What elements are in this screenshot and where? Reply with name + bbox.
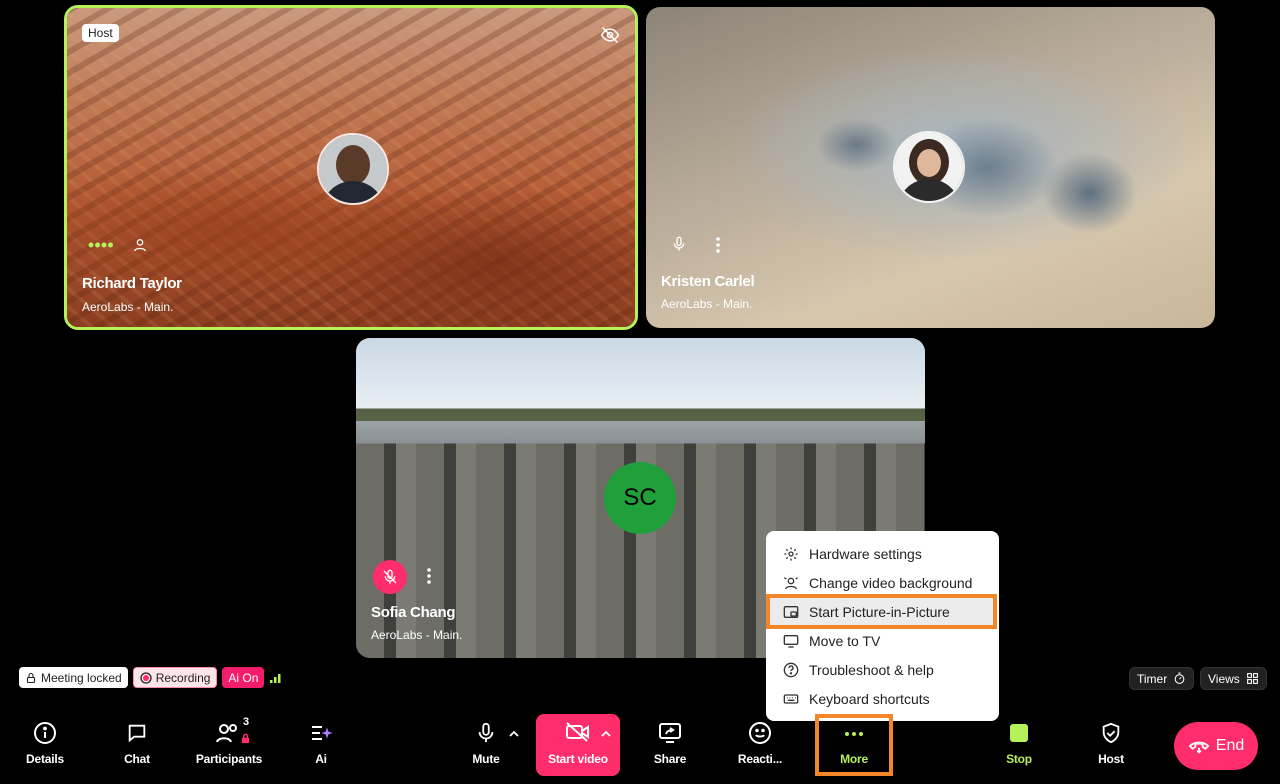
recording-badge[interactable]: Recording <box>132 667 218 688</box>
lock-badge-icon <box>241 733 250 744</box>
ai-status-badge[interactable]: Ai On <box>222 667 265 688</box>
reactions-label: Reacti... <box>737 752 783 766</box>
participants-label: Participants <box>195 752 263 766</box>
person-icon[interactable] <box>132 237 148 253</box>
video-tile-kristen-carlel[interactable]: Kristen Carlel AeroLabs - Main. <box>646 7 1215 328</box>
grid-icon <box>1246 673 1258 684</box>
chevron-up-icon[interactable] <box>600 728 612 740</box>
video-off-icon[interactable] <box>600 25 620 45</box>
host-label: Host <box>1098 752 1124 766</box>
shield-check-icon <box>1102 722 1120 744</box>
menu-item-label: Change video background <box>809 574 973 591</box>
views-label: Views <box>1208 671 1240 686</box>
participant-name: Richard Taylor <box>82 275 182 292</box>
chat-icon <box>128 724 146 743</box>
start-video-button[interactable]: Start video <box>536 714 620 776</box>
end-label: End <box>1215 737 1245 754</box>
keyboard-icon <box>781 689 801 709</box>
mute-label: Mute <box>472 752 500 766</box>
record-icon <box>140 671 152 684</box>
initials-avatar: SC <box>604 462 676 534</box>
ai-label: Ai On <box>228 670 259 685</box>
background-icon <box>781 573 801 593</box>
audio-level-icon <box>88 242 113 248</box>
participant-subtitle: AeroLabs - Main. <box>371 628 463 642</box>
participants-icon <box>216 724 237 743</box>
host-badge: Host <box>82 24 119 42</box>
participants-button[interactable]: 3 Participants <box>193 716 265 774</box>
stop-square-icon <box>1010 724 1028 742</box>
microphone-icon[interactable] <box>671 235 687 253</box>
pip-icon <box>781 602 801 622</box>
menu-item-label: Troubleshoot & help <box>809 661 934 678</box>
share-button[interactable]: Share <box>634 716 706 774</box>
locked-label: Meeting locked <box>41 670 122 685</box>
mic-off-icon <box>383 569 397 584</box>
meeting-status-row: Meeting locked Recording Ai On <box>19 667 283 688</box>
recording-label: Recording <box>155 670 211 685</box>
more-vertical-icon[interactable] <box>712 236 724 254</box>
more-vertical-icon[interactable] <box>423 567 435 585</box>
gear-icon <box>781 544 801 564</box>
start-video-label: Start video <box>548 752 608 766</box>
host-button[interactable]: Host <box>1075 716 1147 774</box>
info-icon <box>34 722 56 744</box>
more-menu: Hardware settings Change video backgroun… <box>766 531 999 721</box>
menu-item-hardware-settings[interactable]: Hardware settings <box>766 539 999 568</box>
reactions-button[interactable]: Reacti... <box>724 716 796 774</box>
meeting-locked-badge[interactable]: Meeting locked <box>19 667 128 688</box>
details-button[interactable]: Details <box>9 716 81 774</box>
share-screen-icon <box>659 723 681 743</box>
more-label: More <box>840 752 868 766</box>
participant-subtitle: AeroLabs - Main. <box>661 297 753 311</box>
timer-button[interactable]: Timer <box>1129 667 1195 690</box>
ai-button[interactable]: Ai <box>285 716 357 774</box>
menu-item-move-to-tv[interactable]: Move to TV <box>766 626 999 655</box>
ai-sparkle-icon <box>312 726 333 740</box>
menu-item-label: Keyboard shortcuts <box>809 690 930 707</box>
details-label: Details <box>26 752 64 766</box>
signal-strength-icon <box>270 673 281 683</box>
menu-item-start-picture-in-picture[interactable]: Start Picture-in-Picture <box>766 594 997 629</box>
more-button[interactable]: More <box>815 714 893 776</box>
smiley-icon <box>749 722 771 744</box>
mute-button[interactable]: Mute <box>450 716 522 774</box>
ai-label: Ai <box>315 752 327 766</box>
video-tile-richard-taylor[interactable]: Host Richard Taylor AeroLabs - Main. <box>64 5 638 330</box>
participant-subtitle: AeroLabs - Main. <box>82 300 174 314</box>
hang-up-icon <box>1188 741 1210 754</box>
microphone-icon <box>478 722 494 743</box>
stop-label: Stop <box>1006 752 1032 766</box>
menu-item-troubleshoot-help[interactable]: Troubleshoot & help <box>766 655 999 684</box>
chat-label: Chat <box>124 752 150 766</box>
muted-mic-button[interactable] <box>373 560 407 594</box>
participants-count: 3 <box>243 716 250 728</box>
stopwatch-icon <box>1174 672 1185 684</box>
lock-icon <box>26 672 36 683</box>
menu-item-label: Hardware settings <box>809 545 922 562</box>
participant-name: Kristen Carlel <box>661 273 755 290</box>
help-icon <box>781 660 801 680</box>
chat-button[interactable]: Chat <box>101 716 173 774</box>
video-off-icon <box>566 722 589 742</box>
end-call-button[interactable]: End <box>1174 722 1258 770</box>
more-horizontal-icon <box>845 732 863 736</box>
menu-item-keyboard-shortcuts[interactable]: Keyboard shortcuts <box>766 684 999 713</box>
participant-name: Sofia Chang <box>371 604 456 621</box>
stop-recording-button[interactable]: Stop <box>983 716 1055 774</box>
views-button[interactable]: Views <box>1200 667 1267 690</box>
chevron-up-icon[interactable] <box>508 728 520 740</box>
menu-item-label: Move to TV <box>809 632 881 649</box>
tv-icon <box>781 631 801 651</box>
avatar <box>893 131 965 203</box>
menu-item-label: Start Picture-in-Picture <box>809 603 950 620</box>
menu-item-change-video-background[interactable]: Change video background <box>766 568 999 597</box>
timer-label: Timer <box>1137 671 1168 686</box>
avatar <box>317 133 389 205</box>
share-label: Share <box>653 752 687 766</box>
